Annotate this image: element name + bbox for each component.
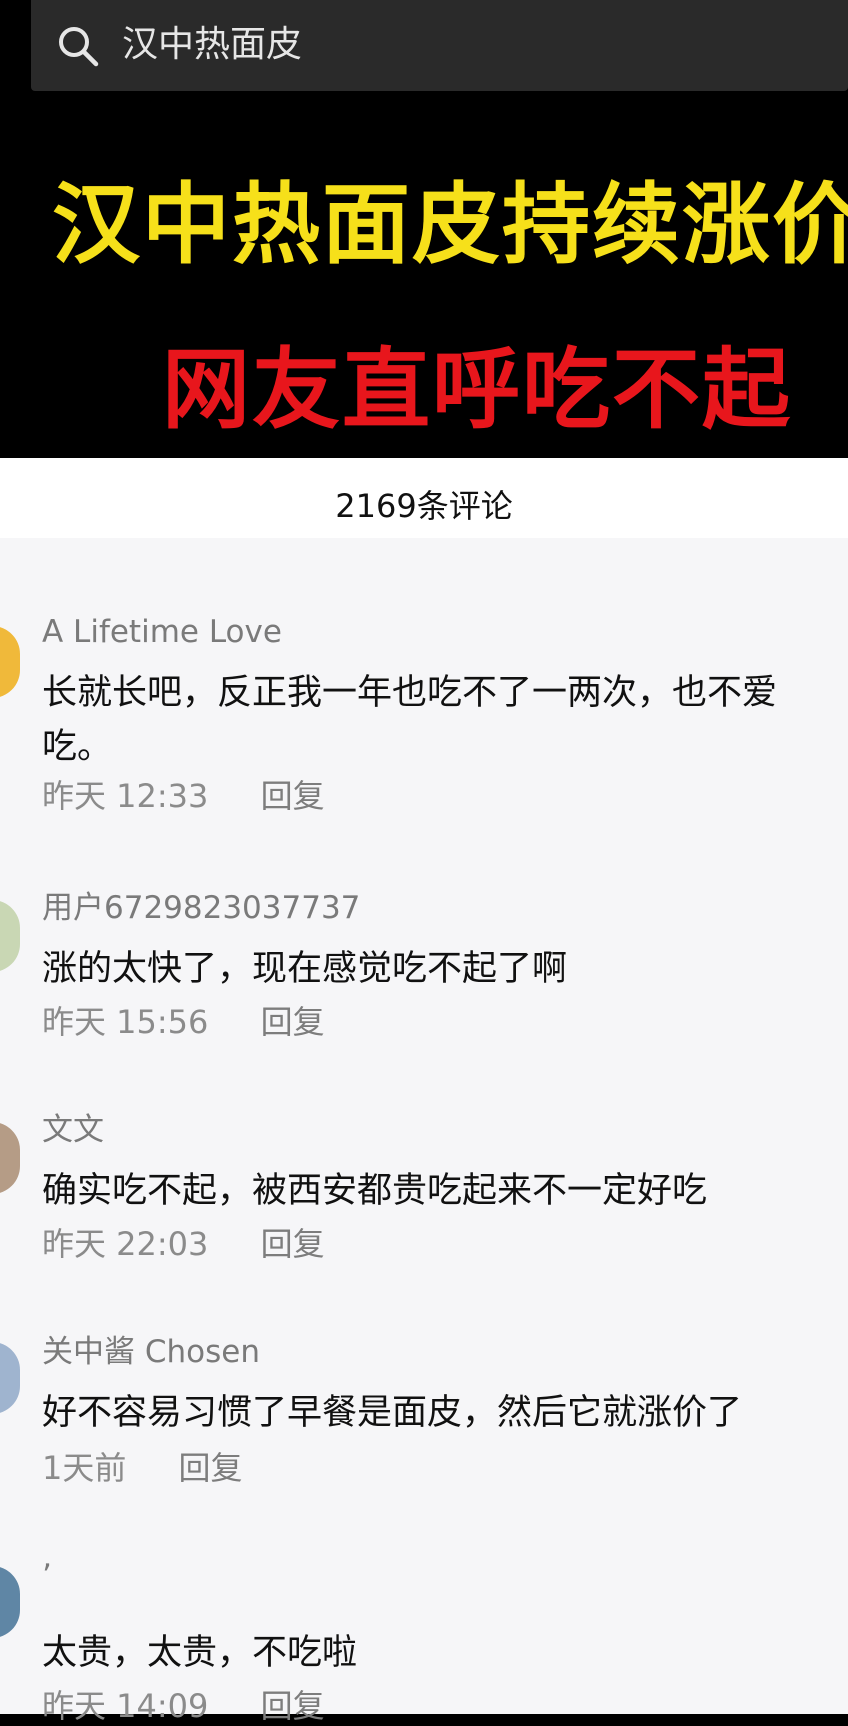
search-icon[interactable] <box>56 24 100 68</box>
reply-button[interactable]: 回复 <box>261 776 325 816</box>
comment-username[interactable]: 用户6729823037737 <box>42 888 360 928</box>
video-area: 汉中热面皮 汉中热面皮持续涨价 网友直呼吃不起 <box>0 0 848 458</box>
comments-header: 2169条评论 <box>0 458 848 538</box>
banner-subtitle: 网友直呼吃不起 <box>162 338 793 441</box>
comments-sheet: 2169条评论 A Lifetime Love 长就长吧，反正我一年也吃不了一两… <box>0 458 848 1725</box>
banner-title: 汉中热面皮持续涨价 <box>52 173 848 276</box>
avatar[interactable] <box>0 1566 20 1638</box>
comment-username[interactable]: 文文 <box>42 1110 104 1150</box>
comment-text: 涨的太快了，现在感觉吃不起了啊 <box>42 949 568 989</box>
avatar[interactable] <box>0 1342 20 1414</box>
comment-count: 2169条评论 <box>335 487 513 525</box>
avatar[interactable] <box>0 626 20 698</box>
comment-meta: 1天前 回复 <box>42 1448 243 1488</box>
comment-meta: 昨天 14:09 回复 <box>42 1686 325 1726</box>
reply-button[interactable]: 回复 <box>261 1686 325 1726</box>
comment-time: 昨天 22:03 <box>42 1225 209 1263</box>
comment-text: 好不容易习惯了早餐是面皮，然后它就涨价了 <box>42 1393 743 1433</box>
comment-time: 1天前 <box>42 1449 127 1487</box>
comment-username[interactable]: 关中酱 Chosen <box>42 1332 260 1372</box>
avatar[interactable] <box>0 1122 20 1194</box>
reply-button[interactable]: 回复 <box>179 1448 243 1488</box>
comment-text: 太贵，太贵，不吃啦 <box>42 1633 358 1673</box>
comment-time: 昨天 12:33 <box>42 777 209 815</box>
comment-username[interactable]: A Lifetime Love <box>42 612 282 652</box>
comment-username[interactable]: ’ <box>42 1556 52 1596</box>
reply-button[interactable]: 回复 <box>261 1224 325 1264</box>
comment-meta: 昨天 15:56 回复 <box>42 1002 325 1042</box>
comment-text: 确实吃不起，被西安都贵吃起来不一定好吃 <box>42 1171 708 1211</box>
reply-button[interactable]: 回复 <box>261 1002 325 1042</box>
comment-time: 昨天 14:09 <box>42 1687 209 1725</box>
comment-meta: 昨天 12:33 回复 <box>42 776 325 816</box>
avatar[interactable] <box>0 900 20 972</box>
comment-text: 长就长吧，反正我一年也吃不了一两次，也不爱吃。 <box>42 673 778 767</box>
comment-time: 昨天 15:56 <box>42 1003 209 1041</box>
search-query[interactable]: 汉中热面皮 <box>122 18 302 72</box>
comment-meta: 昨天 22:03 回复 <box>42 1224 325 1264</box>
